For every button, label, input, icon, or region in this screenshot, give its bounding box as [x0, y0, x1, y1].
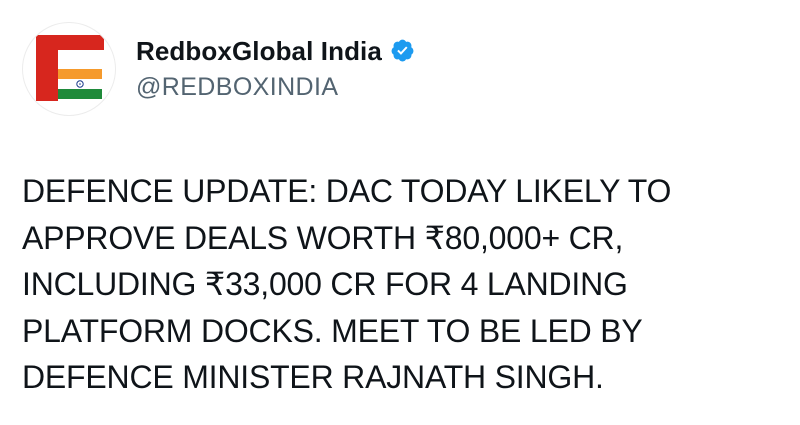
account-names: RedboxGlobal India @REDBOXINDIA [136, 35, 415, 104]
verified-badge-icon [391, 39, 414, 62]
name-row: RedboxGlobal India [136, 35, 415, 67]
account-handle[interactable]: @REDBOXINDIA [136, 70, 415, 104]
tweet-text: DEFENCE UPDATE: DAC TODAY LIKELY TO APPR… [22, 173, 672, 395]
tweet-header: RedboxGlobal India @REDBOXINDIA [22, 22, 415, 116]
avatar[interactable] [22, 22, 116, 116]
tweet-card: RedboxGlobal India @REDBOXINDIA DEFENCE … [0, 0, 800, 425]
display-name[interactable]: RedboxGlobal India [136, 35, 382, 67]
redbox-india-flag-logo-icon [36, 35, 104, 101]
